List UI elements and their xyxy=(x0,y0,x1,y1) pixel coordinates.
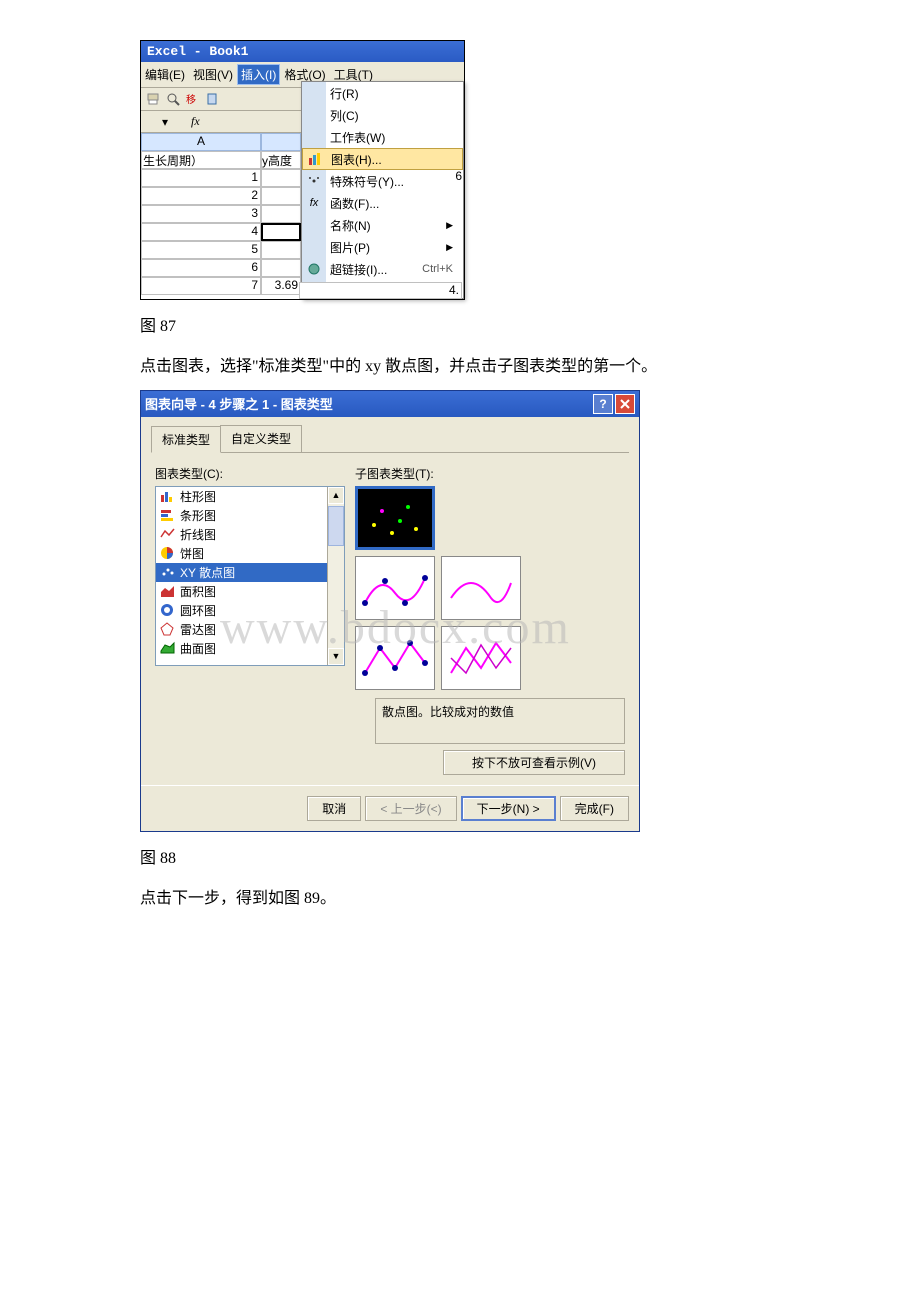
link-icon xyxy=(305,260,323,278)
y-header[interactable]: y高度 xyxy=(261,151,301,169)
research-icon[interactable] xyxy=(205,91,221,107)
col-a-header[interactable]: A xyxy=(141,133,261,151)
cell-fragment: 4. xyxy=(299,282,462,299)
fx-label[interactable]: fx xyxy=(191,114,200,129)
spell-icon[interactable]: 移 xyxy=(185,91,201,107)
scroll-thumb[interactable] xyxy=(328,506,344,546)
back-button: < 上一步(<) xyxy=(365,796,456,821)
subtype-5[interactable] xyxy=(441,626,521,690)
row-num[interactable]: 6 xyxy=(141,259,261,277)
subtype-4[interactable] xyxy=(355,626,435,690)
subtype-1[interactable] xyxy=(355,486,435,550)
scrollbar[interactable]: ▲ ▼ xyxy=(327,487,344,665)
column-icon xyxy=(160,489,176,503)
bar-icon xyxy=(160,508,176,522)
scroll-down-icon[interactable]: ▼ xyxy=(328,648,344,665)
sample-button[interactable]: 按下不放可查看示例(V) xyxy=(443,750,625,775)
menu-link[interactable]: 超链接(I)... Ctrl+K xyxy=(302,258,463,280)
type-scatter[interactable]: XY 散点图 xyxy=(156,563,327,582)
tab-standard[interactable]: 标准类型 xyxy=(151,426,221,453)
menu-col[interactable]: 列(C) xyxy=(302,104,463,126)
symbol-icon xyxy=(305,172,323,190)
close-button[interactable] xyxy=(615,394,635,414)
type-doughnut[interactable]: 圆环图 xyxy=(156,601,327,620)
tab-custom[interactable]: 自定义类型 xyxy=(220,425,302,452)
chart-type-label: 图表类型(C): xyxy=(155,465,345,482)
type-surface[interactable]: 曲面图 xyxy=(156,639,327,658)
excel-window: Excel - Book1 编辑(E) 视图(V) 插入(I) 格式(O) 工具… xyxy=(140,40,465,300)
caption-87: 图 87 xyxy=(140,312,780,336)
cancel-button[interactable]: 取消 xyxy=(307,796,361,821)
menu-row[interactable]: 行(R) xyxy=(302,82,463,104)
type-line[interactable]: 折线图 xyxy=(156,525,327,544)
chart-type-listbox[interactable]: 柱形图 条形图 折线图 饼图 xyxy=(155,486,345,666)
finish-button[interactable]: 完成(F) xyxy=(560,796,629,821)
menu-chart[interactable]: 图表(H)... xyxy=(302,148,463,170)
type-radar[interactable]: 雷达图 xyxy=(156,620,327,639)
subtype-3[interactable] xyxy=(441,556,521,620)
type-area[interactable]: 面积图 xyxy=(156,582,327,601)
subtype-2[interactable] xyxy=(355,556,435,620)
subtype-label: 子图表类型(T): xyxy=(355,465,625,482)
pie-icon xyxy=(160,546,176,560)
label-cell[interactable]: 生长周期） xyxy=(141,151,261,169)
menu-symbol[interactable]: 特殊符号(Y)... xyxy=(302,170,463,192)
row-num[interactable]: 5 xyxy=(141,241,261,259)
menu-pic[interactable]: 图片(P) xyxy=(302,236,463,258)
description-box: 散点图。比较成对的数值 xyxy=(375,698,625,744)
preview-icon[interactable] xyxy=(165,91,181,107)
menu-name[interactable]: 名称(N) xyxy=(302,214,463,236)
chart-icon xyxy=(306,150,324,168)
menu-view[interactable]: 视图(V) xyxy=(189,64,237,85)
row-num[interactable]: 4 xyxy=(141,223,261,241)
type-pie[interactable]: 饼图 xyxy=(156,544,327,563)
scatter-icon xyxy=(160,565,176,579)
radar-icon xyxy=(160,622,176,636)
svg-text:移: 移 xyxy=(186,93,196,106)
row-num[interactable]: 7 xyxy=(141,277,261,295)
menu-edit[interactable]: 编辑(E) xyxy=(141,64,189,85)
col-b-header[interactable] xyxy=(261,133,301,151)
type-bar[interactable]: 条形图 xyxy=(156,506,327,525)
menu-func[interactable]: fx 函数(F)... xyxy=(302,192,463,214)
row-num[interactable]: 2 xyxy=(141,187,261,205)
wizard-footer: 取消 < 上一步(<) 下一步(N) > 完成(F) xyxy=(141,785,639,831)
paragraph-2: 点击下一步，得到如图 89。 xyxy=(140,886,780,912)
caption-88: 图 88 xyxy=(140,844,780,868)
chart-wizard-dialog: 图表向导 - 4 步骤之 1 - 图表类型 ? 标准类型 自定义类型 图表类型(… xyxy=(140,390,640,832)
help-button[interactable]: ? xyxy=(593,394,613,414)
surface-icon xyxy=(160,641,176,655)
paragraph-1: 点击图表，选择"标准类型"中的 xy 散点图，并点击子图表类型的第一个。 xyxy=(140,354,780,380)
row-num[interactable]: 1 xyxy=(141,169,261,187)
tabs: 标准类型 自定义类型 xyxy=(151,425,629,453)
line-icon xyxy=(160,527,176,541)
titlebar: Excel - Book1 xyxy=(141,41,464,62)
menu-insert[interactable]: 插入(I) xyxy=(237,64,280,85)
doughnut-icon xyxy=(160,603,176,617)
next-button[interactable]: 下一步(N) > xyxy=(461,796,556,821)
area-icon xyxy=(160,584,176,598)
print-icon[interactable] xyxy=(145,91,161,107)
wizard-titlebar: 图表向导 - 4 步骤之 1 - 图表类型 ? xyxy=(141,391,639,417)
row-num[interactable]: 3 xyxy=(141,205,261,223)
type-column[interactable]: 柱形图 xyxy=(156,487,327,506)
menu-sheet[interactable]: 工作表(W) xyxy=(302,126,463,148)
insert-dropdown: 行(R) 列(C) 工作表(W) 图表(H)... 特殊符号(Y)... fx … xyxy=(301,81,464,299)
cell-fragment: 6 xyxy=(455,169,462,183)
scroll-up-icon[interactable]: ▲ xyxy=(328,487,344,504)
fx-icon: fx xyxy=(305,194,323,212)
